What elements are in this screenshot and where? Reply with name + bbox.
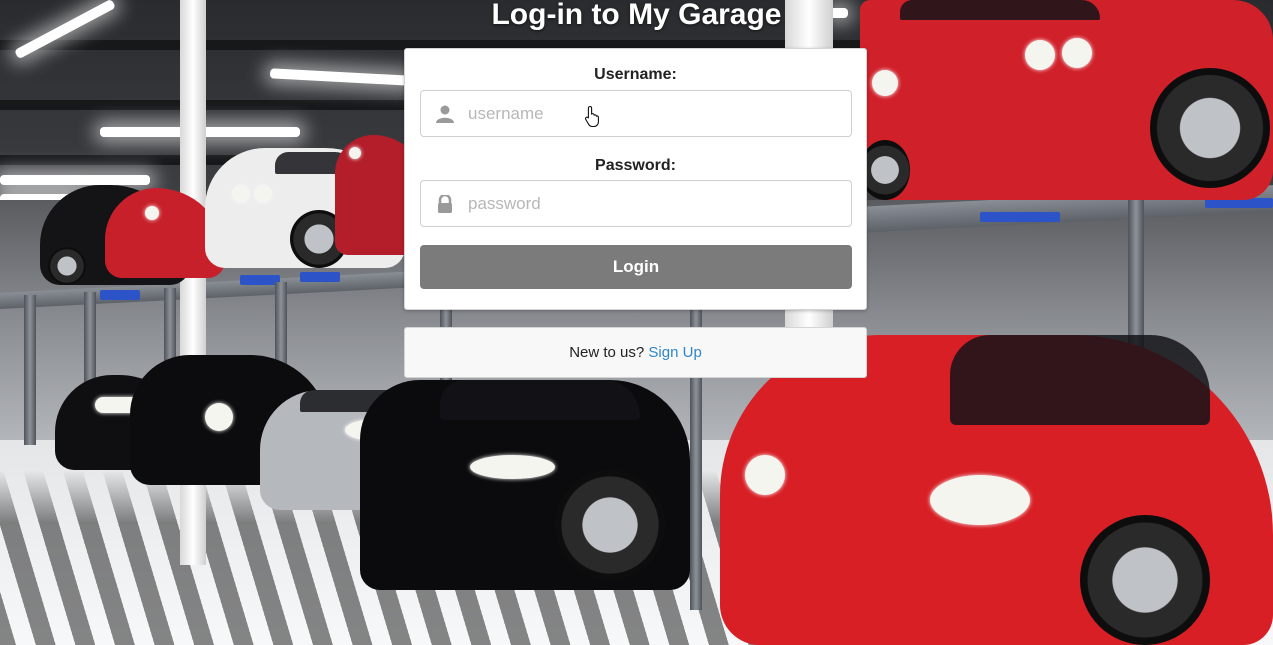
car-red-porsche-lower — [720, 335, 1273, 645]
rack-tag — [100, 290, 140, 300]
rack-post — [24, 295, 36, 445]
username-input[interactable] — [468, 91, 838, 136]
signup-message: New to us? Sign Up — [404, 327, 867, 378]
login-button[interactable]: Login — [420, 245, 852, 289]
password-label: Password: — [595, 157, 676, 174]
user-icon — [435, 105, 455, 123]
rack-tag — [240, 275, 280, 285]
ceiling-light — [0, 175, 150, 185]
page-title: Log-in to My Garage — [491, 0, 782, 31]
username-field[interactable] — [420, 90, 852, 137]
password-input[interactable] — [468, 181, 838, 226]
car-black-mercedes-lower — [360, 380, 690, 590]
rack-tag — [300, 272, 340, 282]
signup-prompt: New to us? — [569, 344, 645, 361]
sign-up-link[interactable]: Sign Up — [648, 344, 701, 361]
password-field[interactable] — [420, 180, 852, 227]
lock-icon — [435, 193, 455, 213]
hand-cursor-icon — [584, 105, 602, 128]
username-label: Username: — [594, 66, 677, 83]
login-form: Username: Password: Login — [404, 48, 867, 310]
rack-tag — [980, 212, 1060, 222]
